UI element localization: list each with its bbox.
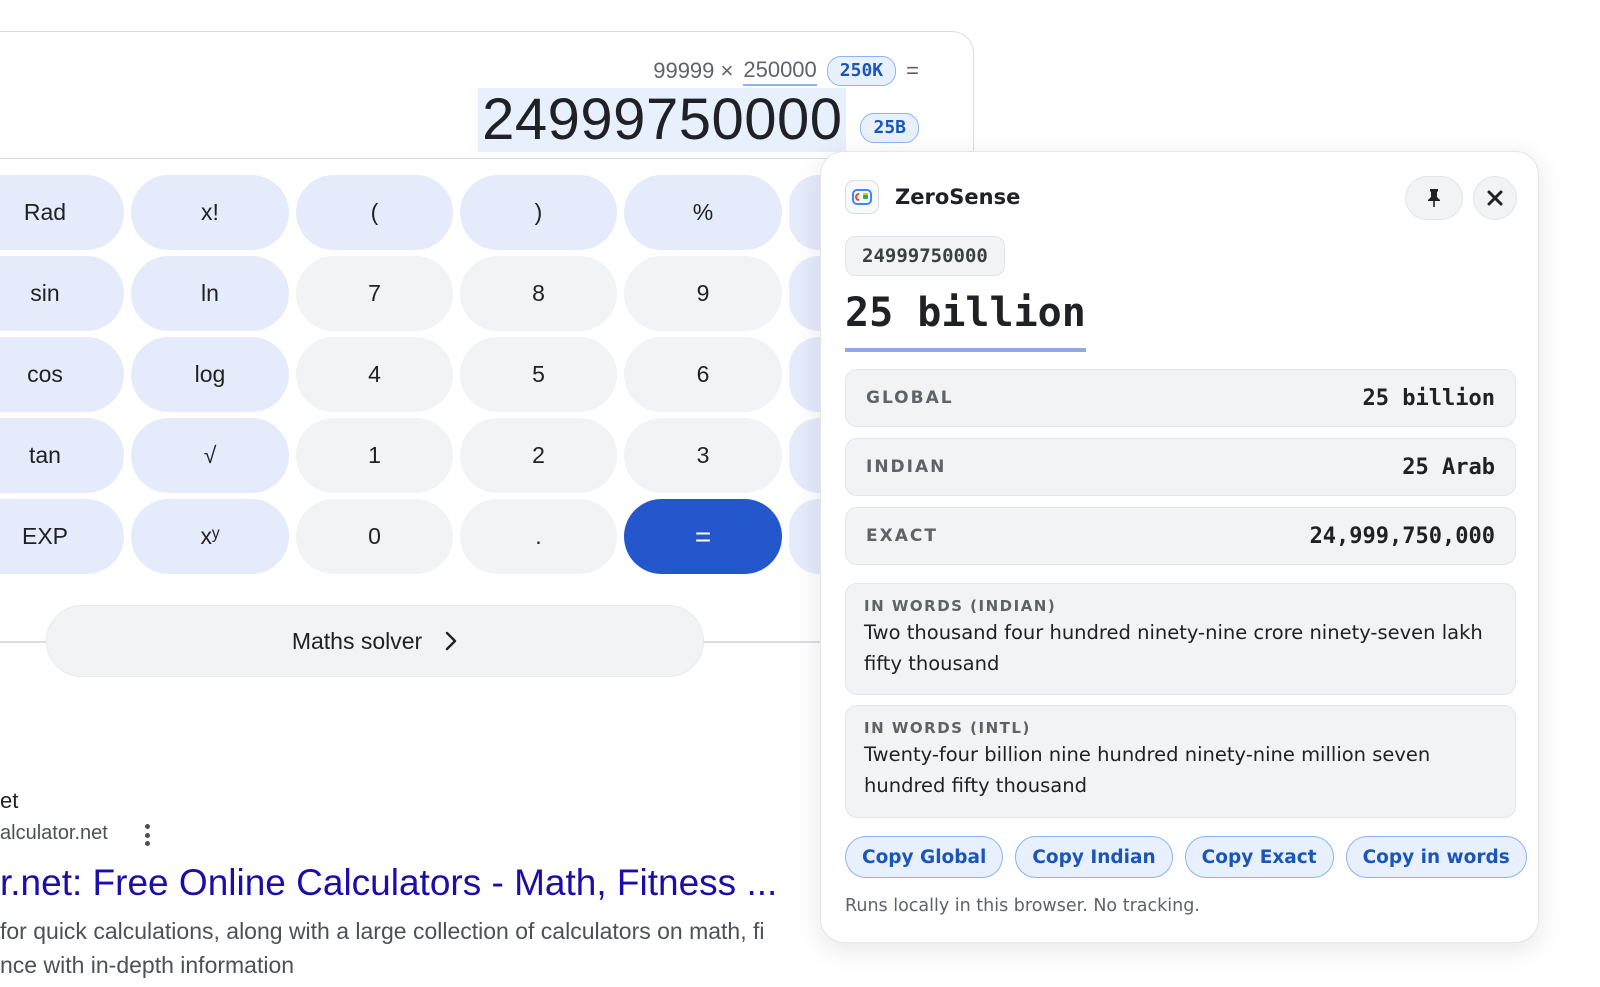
expression-row: 99999 × 250000 250K = bbox=[653, 56, 919, 86]
global-label: GLOBAL bbox=[866, 388, 954, 408]
key-ln[interactable]: ln bbox=[131, 256, 289, 331]
words-indian-text: Two thousand four hundred ninety-nine cr… bbox=[864, 621, 1483, 675]
app-name: ZeroSense bbox=[895, 185, 1021, 209]
key-percent[interactable]: % bbox=[624, 175, 782, 250]
key-0[interactable]: 0 bbox=[296, 499, 453, 574]
global-value: 25 billion bbox=[1362, 385, 1495, 411]
key-7[interactable]: 7 bbox=[296, 256, 453, 331]
exact-row: EXACT 24,999,750,000 bbox=[845, 507, 1516, 565]
result-snippet-line2: nce with in-depth information bbox=[0, 952, 295, 978]
words-intl-label: IN WORDS (INTL) bbox=[864, 719, 1031, 737]
indian-label: INDIAN bbox=[866, 457, 947, 477]
operand-badge[interactable]: 250K bbox=[826, 56, 897, 86]
key-sin[interactable]: sin bbox=[0, 256, 124, 331]
indian-value: 25 Arab bbox=[1402, 454, 1495, 480]
key-9[interactable]: 9 bbox=[624, 256, 782, 331]
result-snippet: for quick calculations, along with a lar… bbox=[0, 918, 765, 944]
result-value[interactable]: 24999750000 bbox=[478, 88, 847, 152]
key-sqrt[interactable]: √ bbox=[131, 418, 289, 493]
key-decimal[interactable]: . bbox=[460, 499, 617, 574]
words-intl-text: Twenty-four billion nine hundred ninety-… bbox=[864, 743, 1431, 797]
result-site-name: et bbox=[0, 788, 19, 813]
calculator-display: 99999 × 250000 250K = 24999750000 25B bbox=[0, 31, 974, 159]
key-1[interactable]: 1 bbox=[296, 418, 453, 493]
privacy-footnote: Runs locally in this browser. No trackin… bbox=[845, 896, 1200, 916]
copy-buttons: Copy Global Copy Indian Copy Exact Copy … bbox=[845, 836, 1527, 878]
key-tan[interactable]: tan bbox=[0, 418, 124, 493]
result-row: 24999750000 25B bbox=[478, 88, 919, 152]
expression-equals: = bbox=[906, 58, 919, 83]
words-indian-card: IN WORDS (INDIAN) Two thousand four hund… bbox=[845, 583, 1516, 695]
indian-row: INDIAN 25 Arab bbox=[845, 438, 1516, 496]
copy-words-button[interactable]: Copy in words bbox=[1345, 836, 1527, 878]
key-3[interactable]: 3 bbox=[624, 418, 782, 493]
key-8[interactable]: 8 bbox=[460, 256, 617, 331]
key-factorial[interactable]: x! bbox=[131, 175, 289, 250]
raw-value-chip: 24999750000 bbox=[845, 236, 1005, 276]
key-open-paren[interactable]: ( bbox=[296, 175, 453, 250]
key-5[interactable]: 5 bbox=[460, 337, 617, 412]
key-exp[interactable]: EXP bbox=[0, 499, 124, 574]
more-options-icon[interactable] bbox=[140, 821, 154, 849]
zerosense-popup: ZeroSense 24999750000 25 billion GLOBAL … bbox=[820, 151, 1539, 943]
result-title-link[interactable]: r.net: Free Online Calculators - Math, F… bbox=[0, 862, 777, 904]
pin-icon bbox=[1428, 189, 1440, 207]
key-power[interactable]: xʸ bbox=[131, 499, 289, 574]
words-indian-label: IN WORDS (INDIAN) bbox=[864, 597, 1057, 615]
key-close-paren[interactable]: ) bbox=[460, 175, 617, 250]
expression-operand1: 99999 × bbox=[653, 58, 734, 83]
key-log[interactable]: log bbox=[131, 337, 289, 412]
words-intl-card: IN WORDS (INTL) Twenty-four billion nine… bbox=[845, 705, 1516, 818]
copy-global-button[interactable]: Copy Global bbox=[845, 836, 1004, 878]
pin-button[interactable] bbox=[1405, 176, 1463, 220]
close-button[interactable] bbox=[1473, 176, 1517, 220]
popup-header: ZeroSense bbox=[845, 180, 1020, 214]
key-2[interactable]: 2 bbox=[460, 418, 617, 493]
global-row: GLOBAL 25 billion bbox=[845, 369, 1516, 427]
app-logo-icon bbox=[845, 180, 879, 214]
expression-operand2: 250000 bbox=[743, 57, 817, 86]
close-icon bbox=[1487, 190, 1503, 206]
maths-solver-label: Maths solver bbox=[291, 627, 423, 654]
result-badge[interactable]: 25B bbox=[860, 113, 919, 143]
key-cos[interactable]: cos bbox=[0, 337, 124, 412]
exact-label: EXACT bbox=[866, 526, 938, 546]
key-equals[interactable]: = bbox=[624, 499, 782, 574]
result-url[interactable]: alculator.net bbox=[0, 822, 108, 845]
key-4[interactable]: 4 bbox=[296, 337, 453, 412]
copy-indian-button[interactable]: Copy Indian bbox=[1015, 836, 1173, 878]
maths-solver-button[interactable]: Maths solver bbox=[46, 605, 704, 677]
key-6[interactable]: 6 bbox=[624, 337, 782, 412]
headline-value: 25 billion bbox=[845, 288, 1086, 352]
key-rad[interactable]: Rad bbox=[0, 175, 124, 250]
copy-exact-button[interactable]: Copy Exact bbox=[1184, 836, 1334, 878]
exact-value: 24,999,750,000 bbox=[1309, 523, 1495, 549]
chevron-right-icon bbox=[445, 631, 457, 651]
